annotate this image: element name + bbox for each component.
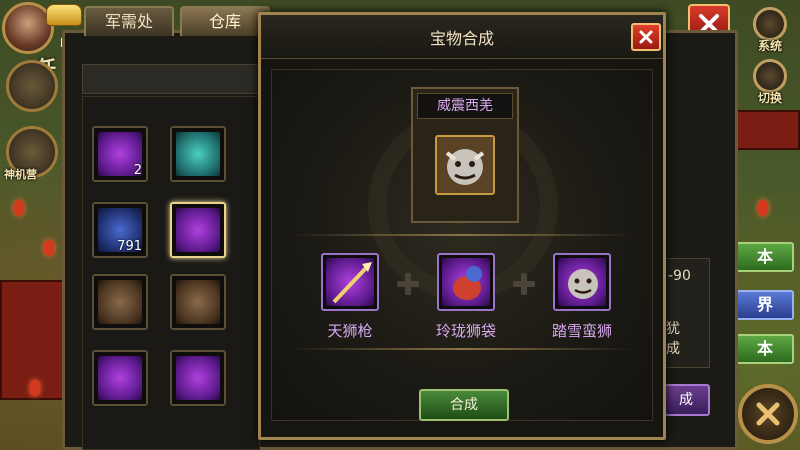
target-item-name: 威震西羌	[417, 93, 513, 119]
target-item-slot[interactable]	[435, 135, 495, 195]
dialog-title-bar: 宝物合成	[261, 15, 663, 59]
dialog-close-button[interactable]	[631, 23, 661, 51]
inventory-slot-selected[interactable]	[170, 202, 226, 258]
instrument-icon	[98, 280, 142, 324]
plus-icon	[513, 273, 535, 295]
lantern	[30, 380, 40, 396]
treasure-synthesis-dialog: 宝物合成 威震西羌 天狮枪 玲珑狮袋 踏雪蛮狮 合成	[258, 12, 666, 440]
pouch-icon	[442, 258, 490, 306]
item-quantity: 791	[117, 239, 142, 254]
detail-text: 犹	[666, 321, 680, 337]
material-name-3: 踏雪蛮狮	[551, 322, 612, 340]
lion-helmet-icon	[437, 137, 493, 193]
material-name-2: 玲珑狮袋	[435, 322, 496, 340]
tab-warehouse[interactable]: 仓库	[180, 6, 270, 36]
inventory-slot[interactable]	[170, 350, 226, 406]
system-label: 系统	[757, 39, 782, 53]
lantern	[14, 200, 24, 216]
tab-quartermaster[interactable]: 军需处	[84, 6, 174, 36]
detail-text: -90	[668, 268, 691, 284]
synthesize-button[interactable]: 合成	[419, 389, 509, 421]
staff-icon	[176, 356, 220, 400]
inventory-slot[interactable]: 791	[92, 202, 148, 258]
inventory-slot[interactable]: 2	[92, 126, 148, 182]
target-item-box: 威震西羌	[411, 87, 519, 223]
swap-icon	[753, 59, 787, 93]
palace-roof	[730, 110, 800, 150]
detail-action-button[interactable]: 成	[662, 384, 710, 416]
right-tab-3[interactable]: 本	[736, 334, 794, 364]
lantern	[758, 200, 768, 216]
pouch-icon	[176, 280, 220, 324]
plus-icon	[397, 273, 419, 295]
material-name-1: 天狮枪	[327, 322, 373, 340]
divider	[292, 348, 634, 350]
switch-button[interactable]: 切换	[744, 54, 796, 106]
warehouse-filter-strip	[82, 64, 260, 94]
right-tab-2[interactable]: 界	[736, 290, 794, 320]
round-close-button[interactable]	[738, 384, 798, 444]
general-portrait-button[interactable]	[6, 60, 58, 112]
material-slot-3[interactable]	[553, 253, 611, 311]
switch-label: 切换	[757, 91, 782, 105]
material-slot-2[interactable]	[437, 253, 495, 311]
inventory-slot[interactable]	[92, 350, 148, 406]
gear-icon	[753, 7, 787, 41]
right-tab-1[interactable]: 本	[736, 242, 794, 272]
material-slot-1[interactable]	[321, 253, 379, 311]
arsenal-label: 神机营	[4, 168, 37, 181]
spear-icon	[176, 208, 220, 252]
gold-ingot-icon[interactable]	[46, 4, 82, 26]
lantern	[44, 240, 54, 256]
ring-icon	[98, 356, 142, 400]
close-icon	[639, 30, 653, 44]
jade-disc-icon	[176, 132, 220, 176]
inventory-slot[interactable]	[170, 274, 226, 330]
item-quantity: 2	[133, 163, 142, 178]
inventory-slot[interactable]	[170, 126, 226, 182]
inventory-slot[interactable]	[92, 274, 148, 330]
detail-text: 成	[666, 341, 680, 357]
lion-helmet-icon	[558, 258, 606, 306]
system-button[interactable]: 系统	[744, 2, 796, 54]
spear-icon	[326, 258, 374, 306]
close-icon	[756, 402, 780, 426]
dialog-title: 宝物合成	[429, 29, 494, 48]
divider	[292, 234, 634, 236]
